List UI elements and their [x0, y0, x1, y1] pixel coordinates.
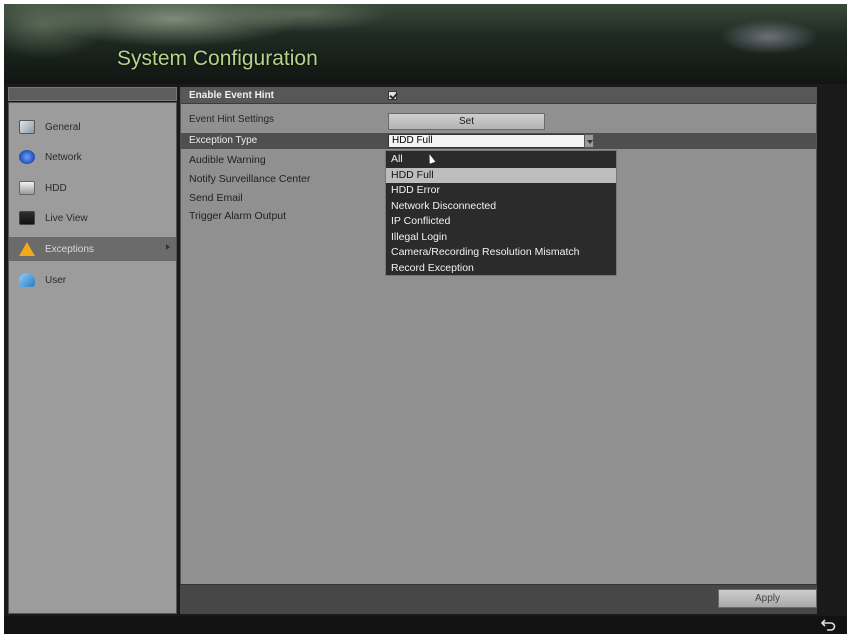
- header-leaf-graphic: [4, 4, 424, 84]
- sidebar-item-hdd[interactable]: HDD: [9, 176, 176, 200]
- exception-type-value: HDD Full: [392, 135, 433, 146]
- send-email-label: Send Email: [189, 192, 243, 204]
- header-glare-graphic: [694, 12, 844, 67]
- dropdown-option[interactable]: HDD Error: [386, 183, 616, 198]
- enable-event-hint-checkbox[interactable]: [388, 91, 397, 100]
- user-icon: [19, 273, 35, 287]
- exception-type-dropdown[interactable]: All HDD Full HDD Error Network Disconnec…: [385, 150, 617, 276]
- trigger-alarm-output-label: Trigger Alarm Output: [189, 210, 287, 222]
- event-hint-settings-label: Event Hint Settings: [189, 114, 275, 125]
- header-banner: System Configuration: [4, 4, 847, 84]
- sidebar-item-label: HDD: [45, 182, 67, 194]
- dropdown-option[interactable]: Network Disconnected: [386, 199, 616, 214]
- sidebar-item-label: User: [45, 274, 67, 286]
- exception-type-label: Exception Type: [189, 135, 258, 146]
- warning-icon: [19, 242, 35, 256]
- sidebar-item-label: Live View: [45, 212, 88, 224]
- enable-event-hint-row: Enable Event Hint: [181, 88, 816, 104]
- page-title: System Configuration: [117, 47, 318, 70]
- set-button[interactable]: Set: [388, 113, 545, 130]
- chevron-right-icon: [166, 244, 170, 250]
- dropdown-option[interactable]: All: [386, 152, 616, 167]
- dropdown-option-selected[interactable]: HDD Full: [386, 168, 616, 183]
- sidebar-item-label: Network: [45, 151, 82, 163]
- notify-surveillance-center-label: Notify Surveillance Center: [189, 173, 311, 185]
- audible-warning-label: Audible Warning: [189, 154, 266, 166]
- sidebar-item-exceptions[interactable]: Exceptions: [9, 237, 176, 261]
- sidebar-item-label: General: [45, 121, 81, 133]
- sidebar-item-live-view[interactable]: Live View: [9, 206, 176, 230]
- dropdown-option[interactable]: IP Conflicted: [386, 214, 616, 229]
- sidebar-header-bar: [8, 87, 177, 101]
- sidebar-item-general[interactable]: General: [9, 115, 176, 139]
- hdd-icon: [19, 181, 35, 195]
- back-arrow-icon[interactable]: [821, 618, 837, 631]
- dropdown-option[interactable]: Camera/Recording Resolution Mismatch: [386, 245, 616, 260]
- gear-icon: [19, 120, 35, 134]
- dvr-window: System Configuration General Network HDD…: [4, 4, 847, 634]
- monitor-icon: [19, 211, 35, 225]
- exception-type-select[interactable]: HDD Full: [388, 134, 594, 148]
- dropdown-option[interactable]: Illegal Login: [386, 230, 616, 245]
- dropdown-option[interactable]: Record Exception: [386, 261, 616, 276]
- sidebar-item-network[interactable]: Network: [9, 145, 176, 169]
- sidebar-item-user[interactable]: User: [9, 268, 176, 292]
- enable-event-hint-label: Enable Event Hint: [189, 90, 275, 101]
- sidebar: General Network HDD Live View Exceptions…: [8, 102, 177, 614]
- chevron-down-icon[interactable]: [584, 134, 594, 148]
- network-icon: [19, 150, 35, 164]
- footer-bar: [4, 616, 847, 634]
- apply-button[interactable]: Apply: [718, 589, 817, 608]
- sidebar-item-label: Exceptions: [45, 243, 94, 255]
